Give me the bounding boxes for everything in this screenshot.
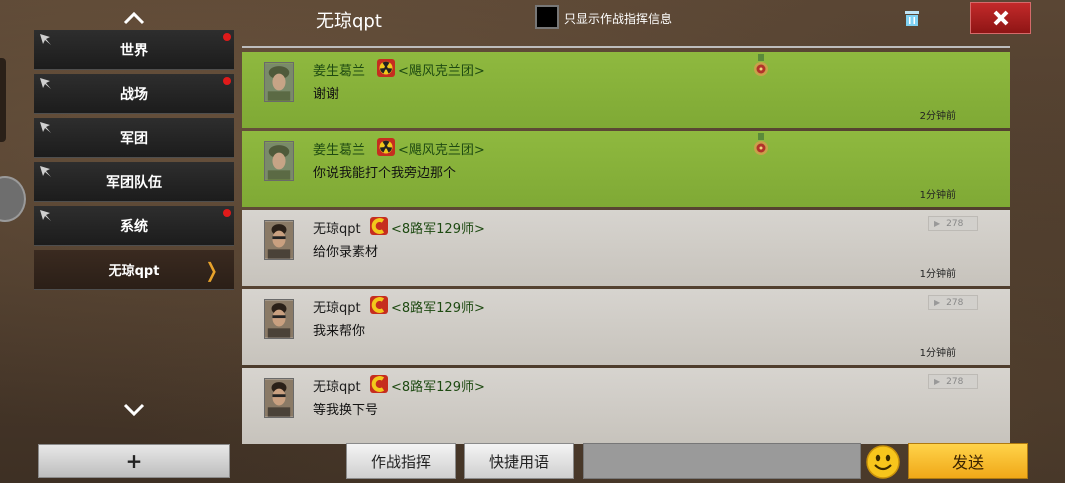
- sidebar-item-label: 系统: [120, 218, 148, 235]
- chat-message[interactable]: 姜生葛兰 <飓风克兰团> 你说我能打个我旁边那个 1分钟前: [242, 131, 1010, 207]
- chat-header: 无琼qpt 只显示作战指挥信息: [238, 0, 1065, 38]
- send-button[interactable]: 发送: [908, 443, 1028, 479]
- sidebar-item-label: 战场: [120, 86, 148, 103]
- command-only-label: 只显示作战指挥信息: [564, 12, 673, 26]
- avatar[interactable]: [264, 220, 294, 260]
- chat-message[interactable]: 无琼qpt <8路军129师> ▶ 278 等我换下号: [242, 368, 1010, 444]
- chat-message[interactable]: 姜生葛兰 <飓风克兰团> 谢谢 2分钟前: [242, 52, 1010, 128]
- pin-icon[interactable]: [39, 121, 53, 135]
- clan-tag: <飓风克兰团>: [398, 143, 485, 158]
- sidebar-item-world[interactable]: 世界: [34, 30, 234, 70]
- sidebar-item-legion-team[interactable]: 军团队伍: [34, 162, 234, 202]
- unread-dot: [223, 209, 231, 217]
- pin-icon[interactable]: [39, 33, 53, 47]
- add-channel-button[interactable]: +: [38, 444, 230, 478]
- chevron-down-icon[interactable]: [122, 398, 146, 422]
- sidebar-item-private-chat[interactable]: 无琼qpt ❭: [34, 250, 234, 290]
- battle-command-button[interactable]: 作战指挥: [346, 443, 456, 479]
- chat-message[interactable]: 无琼qpt <8路军129师> ▶ 278 我来帮你 1分钟前: [242, 289, 1010, 365]
- close-icon: [993, 10, 1008, 26]
- play-count: 278: [946, 376, 964, 387]
- play-icon: ▶: [934, 377, 941, 386]
- message-text: 给你录素材: [313, 245, 379, 260]
- trash-icon[interactable]: [904, 10, 920, 27]
- clan-tag: <飓风克兰团>: [398, 64, 485, 79]
- channel-sidebar: 世界 战场 军团 军团队伍 系统 无琼qpt ❭ +: [34, 0, 234, 483]
- c-emblem-icon: [370, 217, 388, 235]
- sender-name[interactable]: 姜生葛兰: [313, 139, 365, 158]
- radiation-emblem-icon: [377, 59, 395, 77]
- c-emblem-icon: [370, 296, 388, 314]
- sidebar-item-label: 世界: [120, 42, 148, 59]
- quick-phrases-button[interactable]: 快捷用语: [464, 443, 574, 479]
- avatar[interactable]: [264, 299, 294, 339]
- pin-icon[interactable]: [39, 209, 53, 223]
- clan-tag: <8路军129师>: [391, 222, 485, 237]
- chat-message[interactable]: 无琼qpt <8路军129师> ▶ 278 给你录素材 1分钟前: [242, 210, 1010, 286]
- play-count-badge[interactable]: ▶ 278: [928, 374, 978, 389]
- pin-icon[interactable]: [39, 165, 53, 179]
- close-button[interactable]: [970, 2, 1031, 34]
- emoji-icon[interactable]: [866, 445, 900, 479]
- command-only-checkbox[interactable]: [535, 5, 559, 29]
- clan-tag: <8路军129师>: [391, 380, 485, 395]
- message-text: 谢谢: [313, 87, 340, 102]
- sidebar-item-label: 无琼qpt: [108, 264, 160, 279]
- sender-name[interactable]: 无琼qpt: [313, 376, 361, 395]
- message-time: 1分钟前: [919, 348, 956, 359]
- sender-name[interactable]: 无琼qpt: [313, 297, 361, 316]
- sender-name[interactable]: 姜生葛兰: [313, 60, 365, 79]
- play-count: 278: [946, 218, 964, 229]
- unread-dot: [223, 77, 231, 85]
- edge-tab[interactable]: [0, 58, 6, 142]
- radiation-emblem-icon: [377, 138, 395, 156]
- message-time: 1分钟前: [919, 269, 956, 280]
- sender-name[interactable]: 无琼qpt: [313, 218, 361, 237]
- clan-tag: <8路军129师>: [391, 301, 485, 316]
- play-icon: ▶: [934, 219, 941, 228]
- medal-icon: [754, 133, 768, 155]
- pin-icon[interactable]: [39, 77, 53, 91]
- page-title: 无琼qpt: [316, 11, 382, 32]
- message-time: 2分钟前: [919, 111, 956, 122]
- sidebar-item-system[interactable]: 系统: [34, 206, 234, 246]
- chat-panel: 无琼qpt 只显示作战指挥信息 姜生葛兰 <飓风克兰团> 谢谢 2分钟前 姜生葛…: [238, 0, 1065, 483]
- sidebar-item-legion[interactable]: 军团: [34, 118, 234, 158]
- play-count: 278: [946, 297, 964, 308]
- avatar[interactable]: [264, 378, 294, 418]
- chat-input[interactable]: [583, 443, 861, 479]
- avatar[interactable]: [264, 141, 294, 181]
- sidebar-item-label: 军团: [120, 130, 148, 147]
- divider: [242, 46, 1010, 48]
- c-emblem-icon: [370, 375, 388, 393]
- chevron-right-icon: ❭: [203, 258, 220, 282]
- avatar[interactable]: [264, 62, 294, 102]
- play-count-badge[interactable]: ▶ 278: [928, 295, 978, 310]
- play-count-badge[interactable]: ▶ 278: [928, 216, 978, 231]
- message-text: 我来帮你: [313, 324, 366, 339]
- medal-icon: [754, 54, 768, 76]
- sidebar-item-label: 军团队伍: [106, 174, 162, 191]
- message-text: 等我换下号: [313, 403, 379, 418]
- unread-dot: [223, 33, 231, 41]
- message-time: 1分钟前: [919, 190, 956, 201]
- play-icon: ▶: [934, 298, 941, 307]
- chevron-up-icon[interactable]: [122, 6, 146, 30]
- message-text: 你说我能打个我旁边那个: [313, 166, 457, 181]
- sidebar-item-battlefield[interactable]: 战场: [34, 74, 234, 114]
